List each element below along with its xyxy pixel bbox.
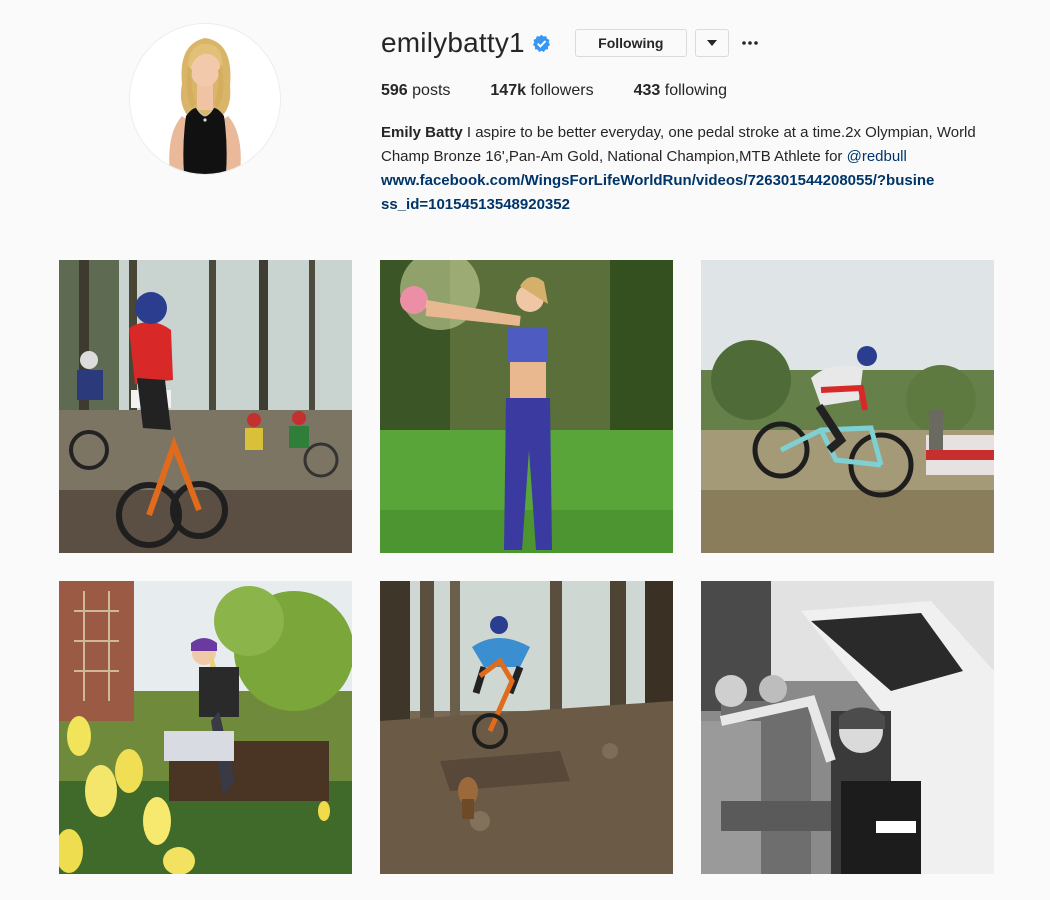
username: emilybatty1 [381, 27, 525, 58]
ellipsis-icon [742, 41, 758, 45]
profile-stats: 596 posts 147k followers 433 following [381, 82, 767, 100]
profile-avatar[interactable] [130, 24, 280, 174]
bio-website-link[interactable]: www.facebook.com/WingsForLifeWorldRun/vi… [381, 169, 941, 217]
following-button[interactable]: Following [574, 29, 687, 57]
posts-stat: 596 posts [381, 82, 450, 100]
posts-label: posts [412, 82, 451, 99]
post-image-trail [701, 260, 994, 553]
post-image-kettlebell [380, 260, 673, 553]
followers-count: 147k [490, 82, 526, 99]
post-thumbnail[interactable] [701, 581, 994, 874]
suggestions-dropdown-button[interactable] [694, 29, 729, 57]
profile-bio: Emily Batty I aspire to be better everyd… [381, 121, 1021, 217]
bio-full-name: Emily Batty [381, 124, 463, 141]
post-thumbnail[interactable] [701, 260, 994, 553]
avatar-photo [130, 24, 280, 174]
username-row: emilybatty1 Following [381, 26, 761, 60]
following-count: 433 [633, 82, 661, 99]
following-stat[interactable]: 433 following [634, 82, 727, 100]
bio-mention-link[interactable]: @redbull [847, 148, 907, 165]
following-stat-label: following [664, 82, 728, 99]
post-thumbnail[interactable] [59, 581, 352, 874]
followers-label: followers [530, 82, 594, 99]
verified-badge-icon [532, 34, 551, 53]
posts-grid [59, 260, 994, 874]
post-image-race [59, 260, 352, 553]
followers-stat[interactable]: 147k followers [490, 82, 593, 100]
post-image-garden [59, 581, 352, 874]
post-thumbnail[interactable] [380, 581, 673, 874]
post-image-woods-jump [380, 581, 673, 874]
post-thumbnail[interactable] [59, 260, 352, 553]
post-thumbnail[interactable] [380, 260, 673, 553]
caret-down-icon [706, 40, 717, 46]
more-options-button[interactable] [739, 29, 761, 57]
posts-count: 596 [381, 82, 408, 99]
post-image-car-bw [701, 581, 994, 874]
